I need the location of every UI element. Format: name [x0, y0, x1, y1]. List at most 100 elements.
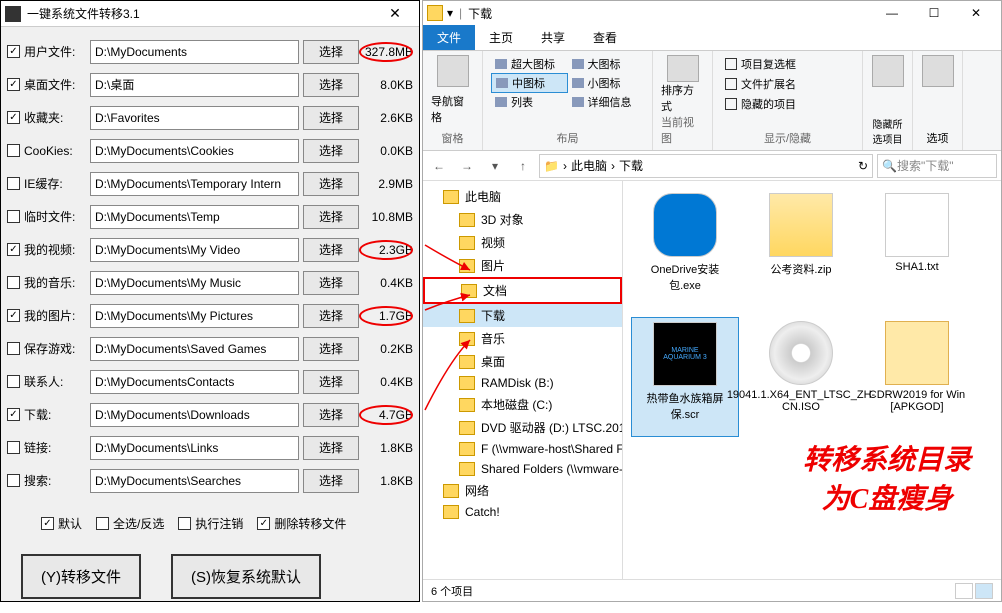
path-input[interactable]: D:\MyDocuments\Links: [90, 436, 299, 460]
row-checkbox[interactable]: [7, 309, 20, 322]
tree-node[interactable]: 文档: [423, 277, 622, 304]
transfer-button[interactable]: (Y)转移文件: [21, 554, 141, 599]
option-checkbox[interactable]: 执行注销: [178, 515, 243, 532]
file-item[interactable]: CDRW2019 for Win [APKGOD]: [863, 317, 971, 437]
browse-button[interactable]: 选择: [303, 73, 359, 97]
ribbon-tab[interactable]: 查看: [579, 25, 631, 50]
option-checkbox[interactable]: 默认: [41, 515, 82, 532]
show-option[interactable]: 文件扩展名: [721, 75, 854, 93]
option-checkbox[interactable]: 删除转移文件: [257, 515, 346, 532]
file-item[interactable]: 公考资料.zip: [747, 189, 855, 309]
qat-icon[interactable]: ▾: [447, 6, 453, 20]
path-input[interactable]: D:\MyDocuments\Saved Games: [90, 337, 299, 361]
address-bar[interactable]: 📁 › 此电脑 › 下载 ↻: [539, 154, 873, 178]
ribbon-tab[interactable]: 文件: [423, 25, 475, 50]
tree-node[interactable]: DVD 驱动器 (D:) LTSC.2019.: [423, 416, 622, 439]
tree-node[interactable]: 视频: [423, 231, 622, 254]
up-button[interactable]: ↑: [511, 154, 535, 178]
tree-node[interactable]: 本地磁盘 (C:): [423, 393, 622, 416]
path-input[interactable]: D:\MyDocuments: [90, 40, 299, 64]
browse-button[interactable]: 选择: [303, 271, 359, 295]
forward-button[interactable]: →: [455, 154, 479, 178]
layout-option[interactable]: 大图标: [568, 55, 645, 73]
layout-option[interactable]: 列表: [491, 93, 568, 111]
browse-button[interactable]: 选择: [303, 40, 359, 64]
tree-node[interactable]: F (\\vmware-host\Shared F: [423, 439, 622, 459]
row-checkbox[interactable]: [7, 45, 20, 58]
row-checkbox[interactable]: [7, 243, 20, 256]
layout-option[interactable]: 超大图标: [491, 55, 568, 73]
row-checkbox[interactable]: [7, 210, 20, 223]
restore-button[interactable]: (S)恢复系统默认: [171, 554, 321, 599]
hide-icon[interactable]: [872, 55, 904, 87]
minimize-button[interactable]: —: [871, 1, 913, 25]
browse-button[interactable]: 选择: [303, 370, 359, 394]
row-checkbox[interactable]: [7, 78, 20, 91]
ribbon-tab[interactable]: 主页: [475, 25, 527, 50]
option-checkbox[interactable]: 全选/反选: [96, 515, 164, 532]
path-input[interactable]: D:\MyDocuments\Cookies: [90, 139, 299, 163]
row-checkbox[interactable]: [7, 408, 20, 421]
options-icon[interactable]: [922, 55, 954, 87]
path-input[interactable]: D:\Favorites: [90, 106, 299, 130]
file-item[interactable]: MARINE AQUARIUM 3热带鱼水族箱屏保.scr: [631, 317, 739, 437]
row-checkbox[interactable]: [7, 474, 20, 487]
path-input[interactable]: D:\MyDocuments\Temp: [90, 205, 299, 229]
path-input[interactable]: D:\MyDocuments\Temporary Intern: [90, 172, 299, 196]
browse-button[interactable]: 选择: [303, 403, 359, 427]
tree-node[interactable]: 3D 对象: [423, 208, 622, 231]
tree-node[interactable]: 音乐: [423, 327, 622, 350]
tree-node[interactable]: 图片: [423, 254, 622, 277]
path-input[interactable]: D:\MyDocuments\My Music: [90, 271, 299, 295]
tree-node[interactable]: Shared Folders (\\vmware-: [423, 459, 622, 479]
close-button[interactable]: ✕: [955, 1, 997, 25]
file-item[interactable]: SHA1.txt: [863, 189, 971, 309]
tree-node[interactable]: 网络: [423, 479, 622, 502]
row-checkbox[interactable]: [7, 144, 20, 157]
browse-button[interactable]: 选择: [303, 205, 359, 229]
browse-button[interactable]: 选择: [303, 436, 359, 460]
browse-button[interactable]: 选择: [303, 469, 359, 493]
file-item[interactable]: 19041.1.X64_ENT_LTSC_ZH-CN.ISO: [747, 317, 855, 437]
row-checkbox[interactable]: [7, 342, 20, 355]
file-item[interactable]: OneDrive安装包.exe: [631, 189, 739, 309]
row-checkbox[interactable]: [7, 276, 20, 289]
refresh-icon[interactable]: ↻: [858, 159, 868, 173]
path-input[interactable]: D:\桌面: [90, 73, 299, 97]
tree-node[interactable]: Catch!: [423, 502, 622, 522]
show-option[interactable]: 项目复选框: [721, 55, 854, 73]
path-input[interactable]: D:\MyDocuments\My Pictures: [90, 304, 299, 328]
sort-icon[interactable]: [667, 55, 699, 82]
nav-pane-icon[interactable]: [437, 55, 469, 87]
tree-node[interactable]: RAMDisk (B:): [423, 373, 622, 393]
layout-option[interactable]: 中图标: [491, 73, 568, 93]
row-checkbox[interactable]: [7, 441, 20, 454]
row-checkbox[interactable]: [7, 111, 20, 124]
row-checkbox[interactable]: [7, 177, 20, 190]
browse-button[interactable]: 选择: [303, 106, 359, 130]
row-checkbox[interactable]: [7, 375, 20, 388]
browse-button[interactable]: 选择: [303, 139, 359, 163]
browse-button[interactable]: 选择: [303, 304, 359, 328]
tree-node[interactable]: 桌面: [423, 350, 622, 373]
layout-option[interactable]: 详细信息: [568, 93, 645, 111]
recent-button[interactable]: ▾: [483, 154, 507, 178]
browse-button[interactable]: 选择: [303, 238, 359, 262]
icons-view-button[interactable]: [975, 583, 993, 599]
layout-option[interactable]: 小图标: [568, 73, 645, 93]
path-input[interactable]: D:\MyDocumentsContacts: [90, 370, 299, 394]
path-input[interactable]: D:\MyDocuments\Searches: [90, 469, 299, 493]
nav-tree[interactable]: 此电脑3D 对象视频图片文档下载音乐桌面RAMDisk (B:)本地磁盘 (C:…: [423, 181, 623, 579]
close-icon[interactable]: ✕: [375, 1, 415, 27]
back-button[interactable]: ←: [427, 154, 451, 178]
path-input[interactable]: D:\MyDocuments\Downloads: [90, 403, 299, 427]
browse-button[interactable]: 选择: [303, 337, 359, 361]
browse-button[interactable]: 选择: [303, 172, 359, 196]
show-option[interactable]: 隐藏的项目: [721, 95, 854, 113]
path-input[interactable]: D:\MyDocuments\My Video: [90, 238, 299, 262]
details-view-button[interactable]: [955, 583, 973, 599]
ribbon-tab[interactable]: 共享: [527, 25, 579, 50]
file-view[interactable]: OneDrive安装包.exe公考资料.zipSHA1.txt MARINE AQ…: [623, 181, 1001, 579]
tree-node[interactable]: 下载: [423, 304, 622, 327]
search-input[interactable]: 🔍 搜索"下载": [877, 154, 997, 178]
